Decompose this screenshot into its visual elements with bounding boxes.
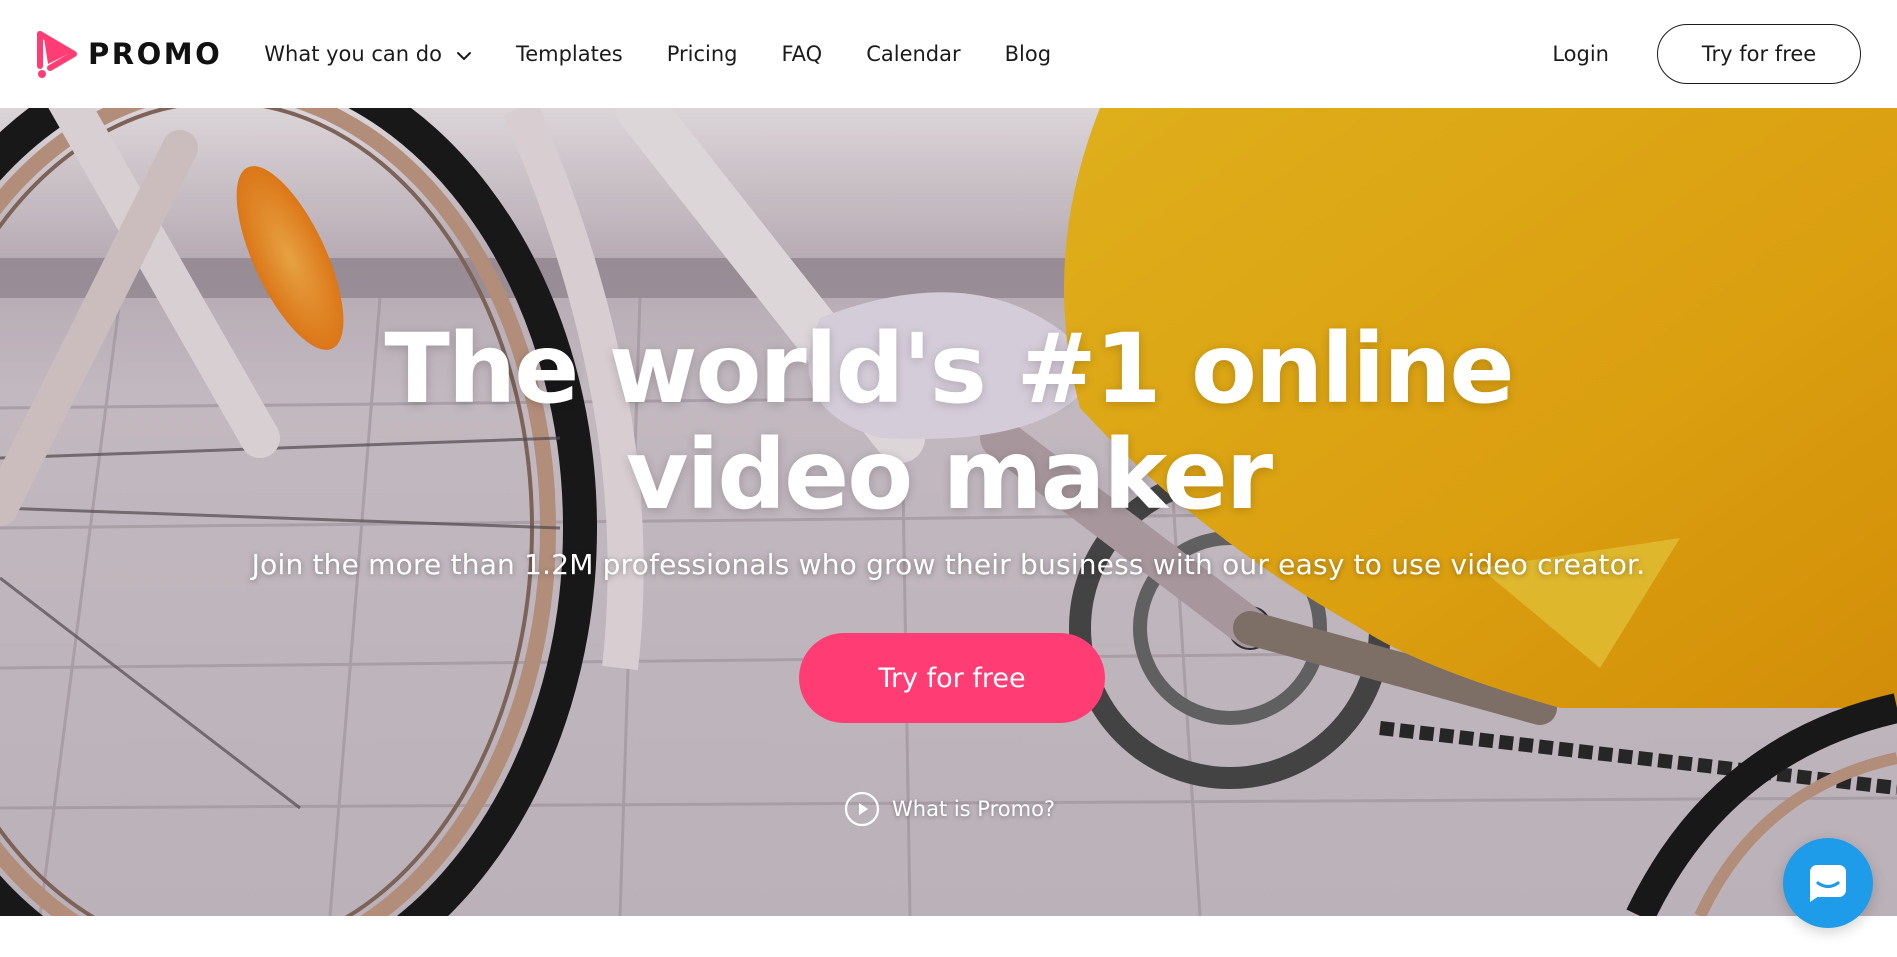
login-link[interactable]: Login	[1552, 42, 1609, 66]
nav-item-blog[interactable]: Blog	[1005, 42, 1051, 66]
nav-item-faq[interactable]: FAQ	[782, 42, 823, 66]
play-circle-icon	[844, 791, 880, 827]
try-for-free-hero-button[interactable]: Try for free	[799, 633, 1105, 723]
chat-bubble-icon	[1810, 865, 1846, 902]
brand-name: PROMO	[88, 37, 223, 71]
chat-launcher-button[interactable]	[1783, 838, 1873, 928]
try-for-free-header-button[interactable]: Try for free	[1657, 24, 1861, 84]
hero-content: The world's #1 online video maker Join t…	[0, 108, 1897, 916]
play-triangle-logo-icon	[37, 31, 77, 78]
hero-title-line-2: video maker	[625, 419, 1273, 531]
brand-logo[interactable]: PROMO	[36, 30, 222, 78]
hero-title-line-1: The world's #1 online	[384, 313, 1514, 425]
hero-section: The world's #1 online video maker Join t…	[0, 108, 1897, 916]
site-header: PROMO What you can do Templates Pricing …	[0, 0, 1897, 108]
hero-title: The world's #1 online video maker	[349, 316, 1549, 528]
nav-item-what-you-can-do[interactable]: What you can do	[264, 42, 472, 66]
nav-item-pricing[interactable]: Pricing	[667, 42, 738, 66]
nav-item-templates[interactable]: Templates	[516, 42, 623, 66]
hero-subtitle: Join the more than 1.2M professionals wh…	[251, 548, 1646, 581]
header-actions: Login Try for free	[1552, 24, 1861, 84]
nav-item-calendar[interactable]: Calendar	[866, 42, 960, 66]
what-is-promo-link[interactable]: What is Promo?	[844, 791, 1055, 827]
main-nav: What you can do Templates Pricing FAQ Ca…	[264, 42, 1095, 66]
chevron-down-icon	[456, 42, 472, 66]
what-is-promo-label: What is Promo?	[892, 797, 1056, 821]
nav-item-label: What you can do	[264, 42, 442, 66]
